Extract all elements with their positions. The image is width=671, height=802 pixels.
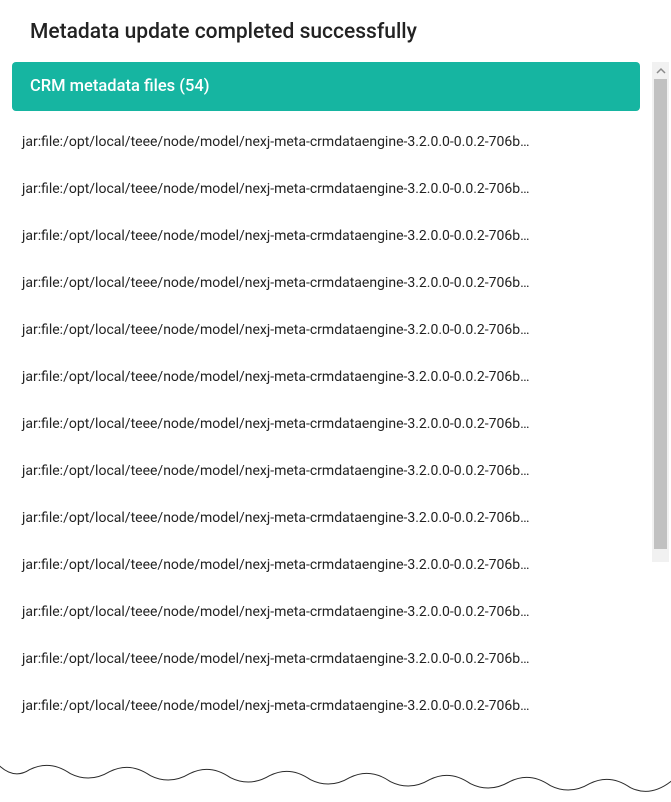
- list-item[interactable]: jar:file:/opt/local/teee/node/model/nexj…: [18, 354, 634, 401]
- list-item[interactable]: jar:file:/opt/local/teee/node/model/nexj…: [18, 166, 634, 213]
- page-title: Metadata update completed successfully: [0, 0, 671, 62]
- content-wrapper: CRM metadata files (54) jar:file:/opt/lo…: [0, 62, 671, 730]
- list-item[interactable]: jar:file:/opt/local/teee/node/model/nexj…: [18, 636, 634, 683]
- torn-edge-decoration: [0, 752, 671, 802]
- section-header[interactable]: CRM metadata files (54): [12, 62, 640, 111]
- dialog-container: Metadata update completed successfully C…: [0, 0, 671, 802]
- list-item[interactable]: jar:file:/opt/local/teee/node/model/nexj…: [18, 448, 634, 495]
- scrollbar-thumb[interactable]: [654, 79, 667, 549]
- list-item[interactable]: jar:file:/opt/local/teee/node/model/nexj…: [18, 119, 634, 166]
- list-item[interactable]: jar:file:/opt/local/teee/node/model/nexj…: [18, 401, 634, 448]
- file-list: jar:file:/opt/local/teee/node/model/nexj…: [12, 119, 640, 730]
- list-item[interactable]: jar:file:/opt/local/teee/node/model/nexj…: [18, 495, 634, 542]
- list-item[interactable]: jar:file:/opt/local/teee/node/model/nexj…: [18, 260, 634, 307]
- list-item[interactable]: jar:file:/opt/local/teee/node/model/nexj…: [18, 213, 634, 260]
- content-area: CRM metadata files (54) jar:file:/opt/lo…: [0, 62, 652, 730]
- list-item[interactable]: jar:file:/opt/local/teee/node/model/nexj…: [18, 307, 634, 354]
- scrollbar[interactable]: [652, 62, 669, 562]
- list-item[interactable]: jar:file:/opt/local/teee/node/model/nexj…: [18, 542, 634, 589]
- list-item[interactable]: jar:file:/opt/local/teee/node/model/nexj…: [18, 589, 634, 636]
- list-item[interactable]: jar:file:/opt/local/teee/node/model/nexj…: [18, 683, 634, 730]
- chevron-up-icon[interactable]: [652, 62, 669, 79]
